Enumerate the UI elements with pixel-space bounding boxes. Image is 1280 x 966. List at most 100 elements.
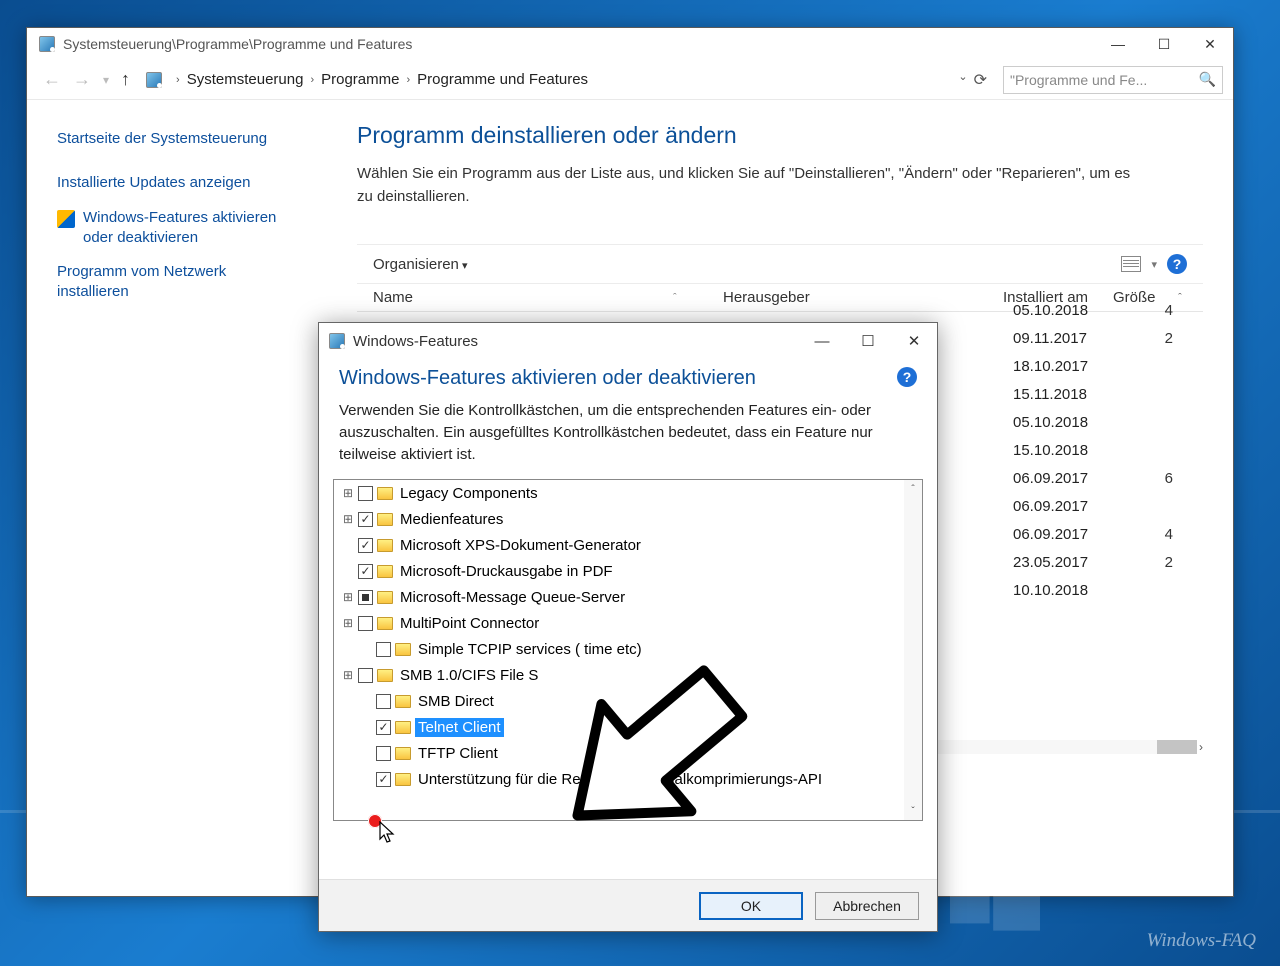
feature-label: Unterstützung für die Remotedifferenzial… bbox=[415, 770, 825, 789]
breadcrumb[interactable]: Systemsteuerung bbox=[186, 69, 305, 90]
minimize-button[interactable]: — bbox=[1095, 28, 1141, 60]
expand-icon[interactable]: ⊞ bbox=[342, 590, 354, 604]
watermark: Windows-FAQ bbox=[1147, 930, 1256, 952]
checkbox[interactable] bbox=[358, 590, 373, 605]
chevron-right-icon: › bbox=[406, 74, 410, 86]
table-row[interactable]: 23.05.20172 bbox=[1013, 548, 1203, 576]
feature-item[interactable]: SMB Direct bbox=[334, 688, 922, 714]
scroll-down-icon[interactable]: ˇ bbox=[904, 802, 922, 820]
column-name[interactable]: Name bbox=[373, 289, 713, 306]
checkbox[interactable] bbox=[358, 512, 373, 527]
feature-item[interactable]: Unterstützung für die Remotedifferenzial… bbox=[334, 766, 922, 792]
refresh-button[interactable]: ⟳ bbox=[974, 70, 987, 90]
maximize-button[interactable]: ☐ bbox=[1141, 28, 1187, 60]
dialog-close-button[interactable]: ✕ bbox=[891, 323, 937, 359]
dialog-titlebar[interactable]: Windows-Features — ☐ ✕ bbox=[319, 323, 937, 359]
table-row[interactable]: 06.09.2017 bbox=[1013, 492, 1203, 520]
dialog-maximize-button[interactable]: ☐ bbox=[845, 323, 891, 359]
sidebar-home-link[interactable]: Startseite der Systemsteuerung bbox=[57, 122, 307, 156]
cancel-button[interactable]: Abbrechen bbox=[815, 892, 919, 920]
column-publisher[interactable]: Herausgeber bbox=[723, 289, 1003, 306]
feature-item[interactable]: ⊞Medienfeatures bbox=[334, 506, 922, 532]
cursor-icon bbox=[379, 821, 397, 845]
table-row[interactable]: 15.10.2018 bbox=[1013, 436, 1203, 464]
feature-label: SMB 1.0/CIFS File S bbox=[397, 666, 541, 685]
table-row[interactable]: 05.10.20184 bbox=[1013, 296, 1203, 324]
checkbox[interactable] bbox=[358, 616, 373, 631]
breadcrumb[interactable]: Programme und Features bbox=[416, 69, 589, 90]
checkbox[interactable] bbox=[376, 720, 391, 735]
table-row[interactable]: 05.10.2018 bbox=[1013, 408, 1203, 436]
back-button[interactable]: ← bbox=[43, 69, 61, 90]
expand-icon[interactable]: ⊞ bbox=[342, 668, 354, 682]
feature-item[interactable]: Microsoft-Druckausgabe in PDF bbox=[334, 558, 922, 584]
feature-label: SMB Direct bbox=[415, 692, 497, 711]
checkbox[interactable] bbox=[358, 564, 373, 579]
feature-item[interactable]: ⊞Microsoft-Message Queue-Server bbox=[334, 584, 922, 610]
sidebar-features-link[interactable]: Windows-Features aktivieren oder deaktiv… bbox=[57, 201, 307, 256]
checkbox[interactable] bbox=[376, 694, 391, 709]
feature-item[interactable]: Simple TCPIP services ( time etc) bbox=[334, 636, 922, 662]
help-button[interactable]: ? bbox=[1167, 254, 1187, 274]
checkbox[interactable] bbox=[376, 772, 391, 787]
feature-item[interactable]: ⊞ Legacy Components bbox=[334, 480, 922, 506]
checkbox[interactable] bbox=[358, 668, 373, 683]
ok-button[interactable]: OK bbox=[699, 892, 803, 920]
scroll-right-icon[interactable]: › bbox=[1199, 740, 1203, 754]
feature-label: Simple TCPIP services ( time etc) bbox=[415, 640, 645, 659]
table-row[interactable]: 18.10.2017 bbox=[1013, 352, 1203, 380]
control-panel-icon bbox=[329, 333, 345, 349]
checkbox[interactable] bbox=[376, 746, 391, 761]
sidebar: Startseite der Systemsteuerung Installie… bbox=[27, 100, 327, 896]
checkbox[interactable] bbox=[358, 486, 373, 501]
feature-label: Legacy Components bbox=[397, 484, 541, 503]
address-bar[interactable]: › Systemsteuerung › Programme › Programm… bbox=[142, 66, 991, 94]
feature-item[interactable]: ⊞MultiPoint Connector bbox=[334, 610, 922, 636]
features-tree: ⊞ Legacy Components ⊞Medienfeatures Microso… bbox=[333, 479, 923, 821]
chevron-down-icon[interactable]: ⌄ bbox=[958, 70, 967, 90]
organize-button[interactable]: Organisieren bbox=[373, 256, 467, 273]
scroll-thumb[interactable] bbox=[1157, 740, 1197, 754]
toolbar: Organisieren ▾ ? bbox=[357, 244, 1203, 284]
search-input[interactable]: "Programme und Fe... 🔍 bbox=[1003, 66, 1223, 94]
sidebar-network-install-link[interactable]: Programm vom Netzwerk installieren bbox=[57, 255, 307, 310]
page-heading: Programm deinstallieren oder ändern bbox=[357, 122, 1203, 149]
feature-label: Microsoft-Druckausgabe in PDF bbox=[397, 562, 616, 581]
feature-label: Microsoft XPS-Dokument-Generator bbox=[397, 536, 644, 555]
checkbox[interactable] bbox=[376, 642, 391, 657]
expand-icon[interactable]: ⊞ bbox=[342, 616, 354, 630]
help-button[interactable]: ? bbox=[897, 367, 917, 387]
scroll-up-icon[interactable]: ˆ bbox=[904, 480, 922, 498]
chevron-right-icon: › bbox=[310, 74, 314, 86]
feature-item[interactable]: ⊞ SMB 1.0/CIFS File S bbox=[334, 662, 922, 688]
chevron-down-icon[interactable]: ▾ bbox=[1151, 258, 1157, 271]
view-mode-button[interactable] bbox=[1121, 256, 1141, 272]
up-button[interactable]: ↑ bbox=[121, 69, 130, 90]
folder-icon bbox=[377, 617, 393, 630]
folder-icon bbox=[377, 513, 393, 526]
feature-item[interactable]: Telnet Client bbox=[334, 714, 922, 740]
forward-button[interactable]: → bbox=[73, 69, 91, 90]
table-row[interactable]: 06.09.20174 bbox=[1013, 520, 1203, 548]
table-row[interactable]: 09.11.20172 bbox=[1013, 324, 1203, 352]
recent-dropdown[interactable]: ▾ bbox=[103, 73, 109, 87]
checkbox[interactable] bbox=[358, 538, 373, 553]
dialog-minimize-button[interactable]: — bbox=[799, 323, 845, 359]
control-panel-icon bbox=[39, 36, 55, 52]
feature-item[interactable]: Microsoft XPS-Dokument-Generator bbox=[334, 532, 922, 558]
vertical-scrollbar[interactable]: ˆ ˇ bbox=[904, 480, 922, 820]
table-row[interactable]: 10.10.2018 bbox=[1013, 576, 1203, 604]
expand-icon[interactable]: ⊞ bbox=[342, 486, 354, 500]
windows-logo-icon bbox=[950, 846, 1040, 936]
breadcrumb[interactable]: Programme bbox=[320, 69, 400, 90]
close-button[interactable]: ✕ bbox=[1187, 28, 1233, 60]
dialog-heading: Windows-Features aktivieren oder deaktiv… bbox=[339, 367, 756, 390]
folder-icon bbox=[377, 591, 393, 604]
table-row[interactable]: 15.11.2018 bbox=[1013, 380, 1203, 408]
titlebar[interactable]: Systemsteuerung\Programme\Programme und … bbox=[27, 28, 1233, 60]
shield-icon bbox=[57, 210, 75, 228]
expand-icon[interactable]: ⊞ bbox=[342, 512, 354, 526]
table-row[interactable]: 06.09.20176 bbox=[1013, 464, 1203, 492]
sidebar-updates-link[interactable]: Installierte Updates anzeigen bbox=[57, 166, 307, 200]
feature-item[interactable]: TFTP Client bbox=[334, 740, 922, 766]
